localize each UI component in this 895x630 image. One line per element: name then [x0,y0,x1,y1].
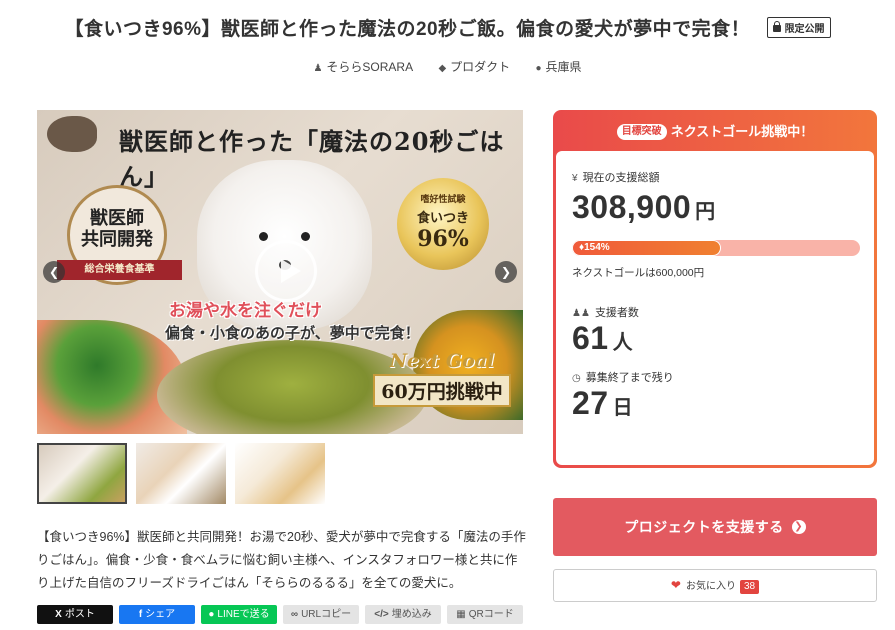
goal-header-text: ネクストゴール挑戦中！ [670,124,814,139]
favorite-button[interactable]: ❤ お気に入り 38 [553,569,877,602]
share-line-label: LINEで送る [217,609,270,620]
qr-icon: ▦ [456,609,466,620]
thumbnail-3[interactable] [235,443,325,504]
copy-url-label: URLコピー [301,609,352,620]
meta-location[interactable]: ● 兵庫県 [536,58,582,75]
x-logo-icon: X [55,609,62,620]
remaining-label-text: 募集終了まで残り [585,372,674,384]
tag-icon: ◆ [438,63,447,74]
meta-category[interactable]: ◆ プロダクト [438,58,510,75]
map-pin-icon: ● [535,63,542,74]
remaining-days-value: 27 [572,385,609,421]
embed-label: 埋め込み [391,609,432,620]
seal-line1: 獣医師 [90,208,144,229]
title-row: 【食いつき96%】獣医師と作った魔法の20秒ご飯。偏食の愛犬が夢中で完食！ 限定… [0,14,895,41]
backers-count-value: 61 [572,320,609,356]
code-icon: </> [374,609,389,620]
goal-header: 目標突破 ネクストゴール挑戦中！ [556,113,874,151]
meta-author[interactable]: ♟ そららSORARA [313,58,413,75]
remaining-days-unit: 日 [612,397,633,419]
embed-button[interactable]: </> 埋め込み [365,605,441,624]
dog-eye [301,232,310,241]
project-description: 【食いつき96%】獣医師と共同開発！お湯で20秒、愛犬が夢中で完食する「魔法の手… [37,530,526,590]
lock-icon [772,21,781,32]
appetite-medal: 嗜好性試験 食いつき 96% [397,178,489,270]
remaining-days: 27 日 [572,385,858,422]
heart-icon: ❤ [670,578,681,592]
carousel-prev-button[interactable]: ❮ [43,261,65,283]
total-amount-value: 308,900 [572,189,692,225]
page-title: 【食いつき96%】獣医師と作った魔法の20秒ご飯。偏食の愛犬が夢中で完食！ [64,19,751,40]
share-x-button[interactable]: X ポスト [37,605,113,624]
next-goal-jp: 60万円挑戦中 [373,374,511,407]
share-facebook-button[interactable]: f シェア [119,605,195,624]
user-icon: ♟ [313,63,323,74]
dog-eye [259,232,268,241]
meta-category-label: プロダクト [450,60,511,74]
qr-code-label: QRコード [468,609,514,620]
funding-status-card: 目標突破 ネクストゴール挑戦中！ ¥ 現在の支援総額 308,900 円 ♦154% … [553,110,877,468]
total-label-text: 現在の支援総額 [582,172,660,184]
backers-block: ♟♟ 支援者数 61 人 [572,304,858,357]
play-video-button[interactable] [255,240,317,302]
limited-badge-label: 限定公開 [784,24,825,35]
goal-body: ¥ 現在の支援総額 308,900 円 ♦154% ネクストゴールは600,000円… [556,151,874,465]
main-project-image[interactable]: 獣医師と作った「魔法の20秒ごはん」 獣医師 共同開発 総合栄養食基準 嗜好性試… [37,110,523,434]
copy-url-button[interactable]: ∞ URLコピー [283,605,359,624]
share-x-label: ポスト [64,609,95,620]
meta-author-label: そららSORARA [326,60,414,74]
brand-logo-icon [47,116,97,152]
share-facebook-label: シェア [145,609,176,620]
yen-icon: ¥ [572,173,578,184]
users-icon: ♟♟ [572,308,590,319]
progress-label-text: 154% [584,242,610,253]
progress-bar: ♦154% [572,240,860,256]
favorite-label: お気に入り [685,581,736,592]
carousel-next-button[interactable]: ❯ [495,261,517,283]
meta-location-label: 兵庫県 [545,60,582,74]
support-project-label: プロジェクトを支援する [624,519,784,535]
image-subtext-1: お湯や水を注ぐだけ [169,301,322,321]
nutrition-ribbon: 総合栄養食基準 [57,260,182,280]
next-goal-text: ネクストゴールは600,000円 [572,267,705,279]
medal-main-text: 食いつき [416,210,469,225]
clock-icon: ◷ [572,373,581,384]
image-subtext-2: 偏食・小食のあの子が、夢中で完食！ [165,324,420,342]
line-icon: ● [208,609,215,620]
backers-count: 61 人 [572,320,858,357]
facebook-icon: f [138,609,143,620]
remaining-block: ◷ 募集終了まで残り 27 日 [572,369,858,422]
favorite-count: 38 [739,580,760,594]
medal-small-text: 嗜好性試験 [420,194,466,204]
qr-code-button[interactable]: ▦ QRコード [447,605,523,624]
goal-achieved-badge: 目標突破 [616,123,667,140]
total-label: ¥ 現在の支援総額 [572,169,858,185]
project-meta: ♟ そららSORARA ◆ プロダクト ● 兵庫県 [0,58,895,75]
link-icon: ∞ [290,609,299,620]
backers-label-text: 支援者数 [594,307,639,319]
seal-line2: 共同開発 [81,229,153,250]
total-amount: 308,900 円 [572,189,858,226]
limited-badge: 限定公開 [766,17,831,38]
share-line-button[interactable]: ● LINEで送る [201,605,277,624]
total-amount-unit: 円 [695,201,716,223]
backers-count-unit: 人 [612,332,633,354]
progress-label: ♦154% [579,241,610,255]
chevron-right-icon: ❯ [791,520,806,535]
backers-label: ♟♟ 支援者数 [572,304,858,320]
remaining-label: ◷ 募集終了まで残り [572,369,858,385]
support-project-button[interactable]: プロジェクトを支援する ❯ [553,498,877,556]
thumbnail-2[interactable] [136,443,226,504]
next-goal-en: Next Goal [389,350,495,372]
thumbnail-1[interactable] [37,443,127,504]
next-goal-stamp: Next Goal 60万円挑戦中 [367,350,517,416]
medal-number: 96% [417,226,469,252]
